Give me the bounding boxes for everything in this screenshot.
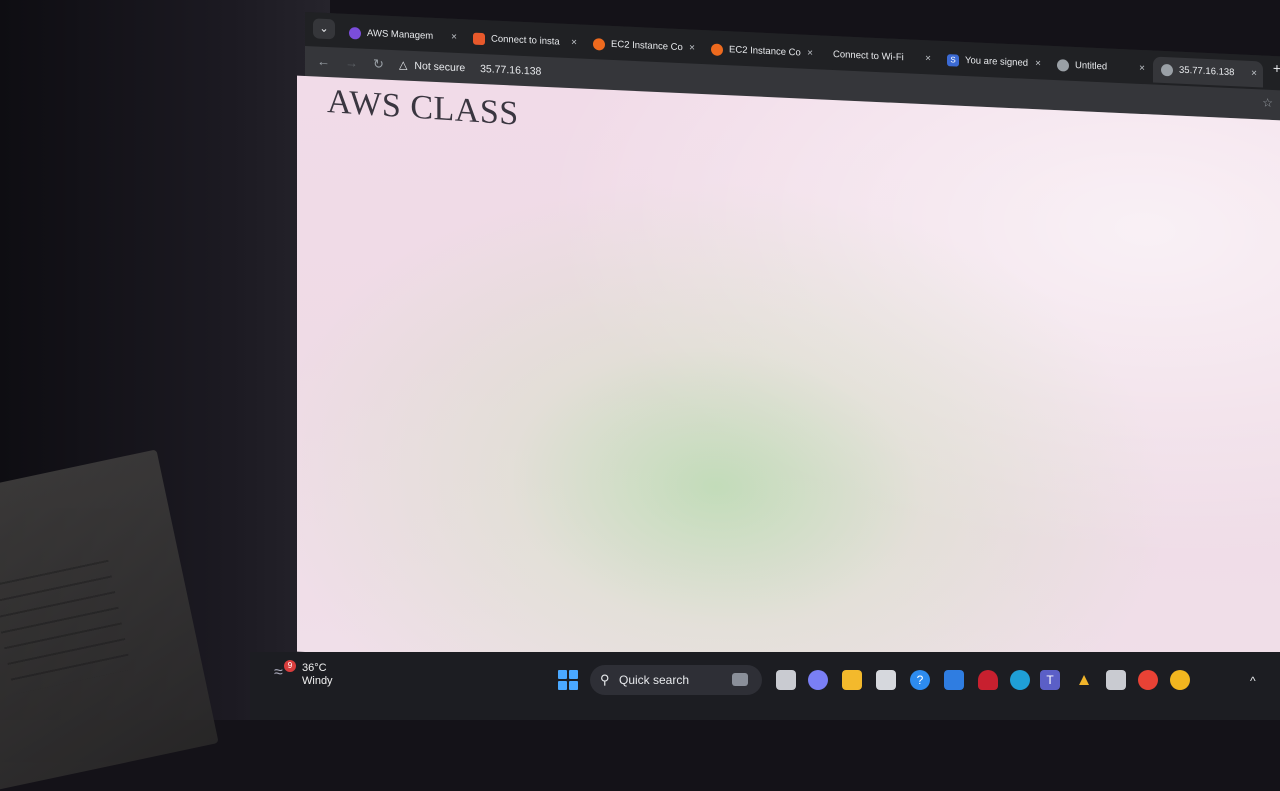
- notification-badge: 9: [284, 660, 296, 672]
- search-highlight-icon: [732, 673, 748, 686]
- bookmark-star-icon[interactable]: ☆: [1262, 95, 1273, 109]
- tab-aws-management[interactable]: AWS Managem ×: [341, 20, 463, 52]
- mcafee-icon[interactable]: [978, 670, 998, 690]
- tab-label: Connect to insta: [491, 33, 560, 48]
- tab-connect-wifi[interactable]: Connect to Wi-Fi ×: [821, 41, 937, 72]
- web-page-content: AWS CLASS: [297, 75, 1280, 697]
- browser-window: ⌄ AWS Managem × Connect to insta × EC2 I…: [297, 12, 1280, 697]
- tab-label: EC2 Instance Co: [729, 44, 801, 59]
- tcs-app-icon[interactable]: [944, 670, 964, 690]
- windows-start-icon[interactable]: [558, 670, 578, 690]
- tab-untitled[interactable]: Untitled ×: [1049, 52, 1151, 83]
- close-icon[interactable]: ×: [1035, 51, 1041, 77]
- chrome-canary-icon[interactable]: [1170, 670, 1190, 690]
- tab-label: Untitled: [1075, 59, 1108, 73]
- handwriting: [0, 551, 132, 695]
- page-heading: AWS CLASS: [327, 82, 519, 133]
- close-icon[interactable]: ×: [1251, 61, 1257, 87]
- s-favicon-icon: S: [947, 54, 959, 67]
- tab-label: AWS Managem: [367, 27, 434, 42]
- close-icon[interactable]: ×: [1139, 56, 1145, 82]
- reload-icon[interactable]: ↻: [373, 55, 384, 73]
- weather-temperature: 36°C: [302, 662, 327, 674]
- close-icon[interactable]: ×: [689, 35, 695, 61]
- tab-label: EC2 Instance Co: [611, 38, 683, 54]
- search-label: Quick search: [619, 673, 690, 687]
- tab-search-button[interactable]: ⌄: [313, 18, 335, 40]
- tab-active-ip[interactable]: 35.77.16.138 ×: [1153, 56, 1263, 88]
- edge-icon[interactable]: [1010, 670, 1030, 690]
- globe-favicon-icon: [1057, 59, 1069, 72]
- back-arrow-icon[interactable]: ←: [317, 53, 330, 72]
- close-icon[interactable]: ×: [807, 41, 813, 67]
- help-icon[interactable]: ?: [910, 670, 930, 690]
- search-icon: ⚲: [600, 672, 610, 687]
- chrome-icon[interactable]: [1138, 670, 1158, 690]
- ec2-favicon-icon: [711, 43, 723, 56]
- tab-ec2-instance-2[interactable]: EC2 Instance Co ×: [703, 36, 819, 67]
- store-icon[interactable]: [876, 670, 896, 690]
- file-explorer-icon[interactable]: [842, 670, 862, 690]
- url-text[interactable]: 35.77.16.138: [480, 63, 541, 78]
- teams-icon[interactable]: T: [1040, 670, 1060, 690]
- security-indicator[interactable]: Not secure: [414, 60, 465, 74]
- copilot-icon[interactable]: [808, 670, 828, 690]
- close-icon[interactable]: ×: [571, 30, 577, 56]
- ec2-favicon-icon: [593, 38, 605, 51]
- windows-taskbar: ≈ 9 36°C Windy ⚲ Quick search ? T ▲ ^: [250, 652, 1280, 720]
- tab-signed-in[interactable]: S You are signed ×: [939, 47, 1047, 78]
- tab-ec2-instance-1[interactable]: EC2 Instance Co ×: [585, 31, 701, 62]
- close-icon[interactable]: ×: [451, 25, 457, 51]
- puzzle-app-icon[interactable]: [1106, 670, 1126, 690]
- forward-arrow-icon[interactable]: →: [345, 54, 358, 73]
- globe-favicon-icon: [1161, 63, 1173, 77]
- close-icon[interactable]: ×: [925, 46, 931, 72]
- warning-app-icon[interactable]: ▲: [1074, 670, 1094, 690]
- new-tab-button[interactable]: +: [1273, 60, 1280, 76]
- tab-connect-instance[interactable]: Connect to insta ×: [465, 25, 583, 56]
- weather-text: 36°C Windy: [302, 662, 333, 688]
- task-view-icon[interactable]: [776, 670, 796, 690]
- tab-label: You are signed: [965, 54, 1029, 69]
- aws-favicon-icon: [349, 26, 361, 40]
- show-hidden-icons-button[interactable]: ^: [1250, 674, 1256, 688]
- taskbar-search-box[interactable]: ⚲ Quick search: [590, 665, 762, 695]
- tab-label: Connect to Wi-Fi: [833, 48, 904, 64]
- aws-console-favicon-icon: [473, 32, 485, 46]
- warning-triangle-icon[interactable]: △: [399, 59, 407, 71]
- weather-condition: Windy: [302, 675, 333, 687]
- tab-label: 35.77.16.138: [1179, 64, 1235, 79]
